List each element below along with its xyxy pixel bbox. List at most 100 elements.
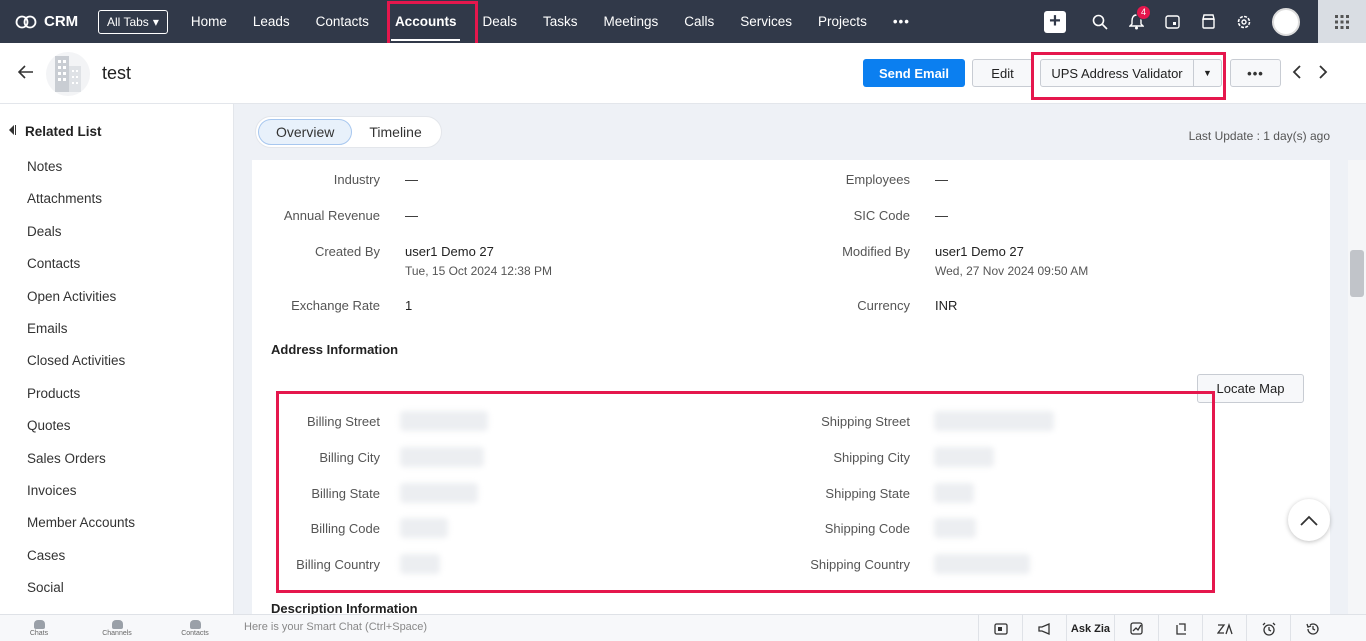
chats-shortcut[interactable]: Chats bbox=[0, 615, 78, 641]
sidebar-item-quotes[interactable]: Quotes bbox=[27, 418, 135, 450]
field-value-industry[interactable]: — bbox=[405, 172, 418, 187]
field-value-sic-code[interactable]: — bbox=[935, 208, 948, 223]
bottom-bar: Chats Channels Contacts Here is your Sma… bbox=[0, 614, 1366, 641]
alarm-clock-icon[interactable] bbox=[1246, 615, 1290, 641]
send-email-button[interactable]: Send Email bbox=[863, 59, 965, 87]
app-grid-icon[interactable] bbox=[1318, 0, 1366, 43]
ups-address-validator-button[interactable]: UPS Address Validator ▼ bbox=[1040, 59, 1222, 87]
caret-down-icon[interactable]: ▼ bbox=[1194, 68, 1221, 78]
collapse-caret-icon[interactable] bbox=[8, 124, 16, 139]
contacts-label: Contacts bbox=[181, 630, 209, 637]
notification-bell-icon[interactable]: 4 bbox=[1118, 4, 1154, 30]
scrollbar-thumb[interactable] bbox=[1350, 250, 1364, 297]
shipping-street-value-redacted[interactable] bbox=[934, 411, 1054, 431]
user-avatar[interactable] bbox=[1272, 7, 1300, 36]
nav-tab-leads[interactable]: Leads bbox=[240, 0, 303, 43]
view-tab-bar: Overview Timeline Last Update : 1 day(s)… bbox=[234, 104, 1366, 160]
nav-tab-tasks[interactable]: Tasks bbox=[530, 0, 591, 43]
activity-chart-icon[interactable] bbox=[1114, 615, 1158, 641]
field-label-billing-code: Billing Code bbox=[310, 521, 380, 536]
nav-tab-contacts[interactable]: Contacts bbox=[303, 0, 382, 43]
billing-city-value-redacted[interactable] bbox=[400, 447, 484, 467]
sidebar-item-deals[interactable]: Deals bbox=[27, 224, 135, 256]
nav-tab-deals[interactable]: Deals bbox=[469, 0, 530, 43]
sidebar-item-contacts[interactable]: Contacts bbox=[27, 256, 135, 288]
field-label-billing-street: Billing Street bbox=[307, 414, 380, 429]
tab-overview[interactable]: Overview bbox=[258, 119, 353, 145]
nav-tab-accounts[interactable]: Accounts bbox=[382, 0, 470, 43]
bottom-left-shortcuts: Chats Channels Contacts bbox=[0, 615, 234, 641]
chevron-up-icon bbox=[1300, 515, 1318, 526]
nav-tab-meetings[interactable]: Meetings bbox=[590, 0, 671, 43]
description-section-title: Description Information bbox=[271, 601, 418, 614]
sidebar-item-open-activities[interactable]: Open Activities bbox=[27, 289, 135, 321]
screen-share-icon[interactable] bbox=[978, 615, 1022, 641]
shipping-state-value-redacted[interactable] bbox=[934, 483, 974, 503]
field-label-billing-country: Billing Country bbox=[296, 557, 380, 572]
refresh-cycle-icon[interactable] bbox=[1158, 615, 1202, 641]
edit-button[interactable]: Edit bbox=[972, 59, 1033, 87]
search-icon[interactable] bbox=[1082, 14, 1118, 30]
sidebar-item-social[interactable]: Social bbox=[27, 580, 135, 612]
sidebar-item-cases[interactable]: Cases bbox=[27, 548, 135, 580]
record-header: test Send Email Edit UPS Address Validat… bbox=[0, 43, 1366, 104]
field-label-shipping-country: Shipping Country bbox=[810, 557, 910, 572]
sidebar-item-invoices[interactable]: Invoices bbox=[27, 483, 135, 515]
related-list-heading[interactable]: Related List bbox=[8, 124, 102, 139]
sidebar-item-member-accounts[interactable]: Member Accounts bbox=[27, 515, 135, 547]
sidebar-item-sales-orders[interactable]: Sales Orders bbox=[27, 451, 135, 483]
billing-code-value-redacted[interactable] bbox=[400, 518, 448, 538]
settings-gear-icon[interactable] bbox=[1226, 14, 1262, 30]
next-record-icon[interactable] bbox=[1318, 63, 1328, 84]
crm-logo-icon bbox=[15, 15, 37, 28]
nav-tab-calls[interactable]: Calls bbox=[671, 0, 727, 43]
back-arrow-icon[interactable] bbox=[17, 63, 34, 84]
nav-tab-projects[interactable]: Projects bbox=[805, 0, 880, 43]
shipping-country-value-redacted[interactable] bbox=[934, 554, 1030, 574]
scroll-to-top-button[interactable] bbox=[1288, 499, 1330, 541]
billing-state-value-redacted[interactable] bbox=[400, 483, 478, 503]
previous-record-icon[interactable] bbox=[1292, 63, 1302, 84]
field-value-annual-revenue[interactable]: — bbox=[405, 208, 418, 223]
more-tabs-button[interactable]: ••• bbox=[880, 0, 923, 43]
nav-tab-home[interactable]: Home bbox=[178, 0, 240, 43]
billing-street-value-redacted[interactable] bbox=[400, 411, 488, 431]
announcement-megaphone-icon[interactable] bbox=[1022, 615, 1066, 641]
marketplace-icon[interactable] bbox=[1190, 14, 1226, 29]
contacts-shortcut[interactable]: Contacts bbox=[156, 615, 234, 641]
sidebar-item-notes[interactable]: Notes bbox=[27, 159, 135, 191]
more-actions-button[interactable]: ••• bbox=[1230, 59, 1281, 87]
field-value-currency[interactable]: INR bbox=[935, 298, 957, 313]
field-label-modified-by: Modified By bbox=[842, 244, 910, 259]
smart-chat-input[interactable]: Here is your Smart Chat (Ctrl+Space) bbox=[244, 621, 427, 633]
sidebar-item-products[interactable]: Products bbox=[27, 386, 135, 418]
all-tabs-button[interactable]: All Tabs ▾ bbox=[98, 9, 168, 34]
sidebar-item-attachments[interactable]: Attachments bbox=[27, 191, 135, 223]
field-label-annual-revenue: Annual Revenue bbox=[283, 208, 380, 223]
nav-tab-services[interactable]: Services bbox=[727, 0, 805, 43]
locate-map-button[interactable]: Locate Map bbox=[1197, 374, 1304, 403]
notification-badge: 4 bbox=[1136, 4, 1151, 20]
create-plus-icon[interactable]: + bbox=[1044, 10, 1066, 33]
history-icon[interactable] bbox=[1290, 615, 1334, 641]
shipping-code-value-redacted[interactable] bbox=[934, 518, 976, 538]
sidebar-item-emails[interactable]: Emails bbox=[27, 321, 135, 353]
translate-icon[interactable] bbox=[1202, 615, 1246, 641]
ask-zia-button[interactable]: Ask Zia bbox=[1066, 615, 1114, 641]
address-section-title: Address Information bbox=[271, 342, 399, 357]
sidebar-item-closed-activities[interactable]: Closed Activities bbox=[27, 353, 135, 385]
content-scrollbar[interactable] bbox=[1348, 160, 1366, 614]
channels-label: Channels bbox=[102, 630, 132, 637]
created-time: Tue, 15 Oct 2024 12:38 PM bbox=[405, 264, 552, 278]
billing-country-value-redacted[interactable] bbox=[400, 554, 440, 574]
channels-shortcut[interactable]: Channels bbox=[78, 615, 156, 641]
calendar-icon[interactable] bbox=[1154, 14, 1190, 29]
field-label-sic-code: SIC Code bbox=[853, 208, 910, 223]
field-value-employees[interactable]: — bbox=[935, 172, 948, 187]
field-value-exchange-rate[interactable]: 1 bbox=[405, 298, 412, 313]
module-tabs: Home Leads Contacts Accounts Deals Tasks… bbox=[178, 0, 923, 43]
top-navigation: CRM All Tabs ▾ Home Leads Contacts Accou… bbox=[0, 0, 1366, 43]
crm-logo[interactable]: CRM bbox=[15, 13, 95, 30]
tab-timeline[interactable]: Timeline bbox=[352, 119, 438, 145]
shipping-city-value-redacted[interactable] bbox=[934, 447, 994, 467]
